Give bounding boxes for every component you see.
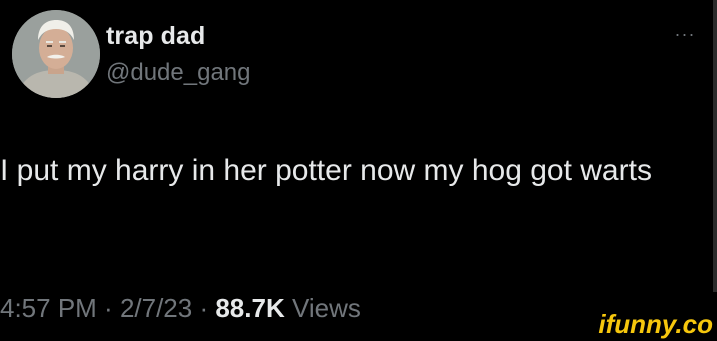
ifunny-watermark: ifunny.co: [563, 309, 713, 339]
scrollbar[interactable]: [713, 0, 717, 292]
display-name[interactable]: trap dad: [106, 22, 205, 51]
avatar-image: [12, 10, 100, 98]
views-label: Views: [284, 293, 361, 323]
scrollbar-thumb[interactable]: [713, 0, 717, 292]
more-horizontal-icon: ···: [674, 24, 696, 44]
meta-separator: ·: [96, 293, 120, 323]
tweet-meta: 4:57 PM · 2/7/23 · 88.7K Views: [0, 293, 361, 324]
tweet-time[interactable]: 4:57 PM: [0, 293, 97, 323]
meta-separator: ·: [192, 293, 216, 323]
tweet-date[interactable]: 2/7/23: [120, 293, 192, 323]
tweet-text: I put my harry in her potter now my hog …: [0, 154, 652, 187]
avatar[interactable]: [12, 10, 100, 98]
views-count[interactable]: 88.7K: [215, 293, 284, 323]
user-handle[interactable]: @dude_gang: [106, 59, 251, 87]
more-options-button[interactable]: ···: [666, 24, 704, 44]
